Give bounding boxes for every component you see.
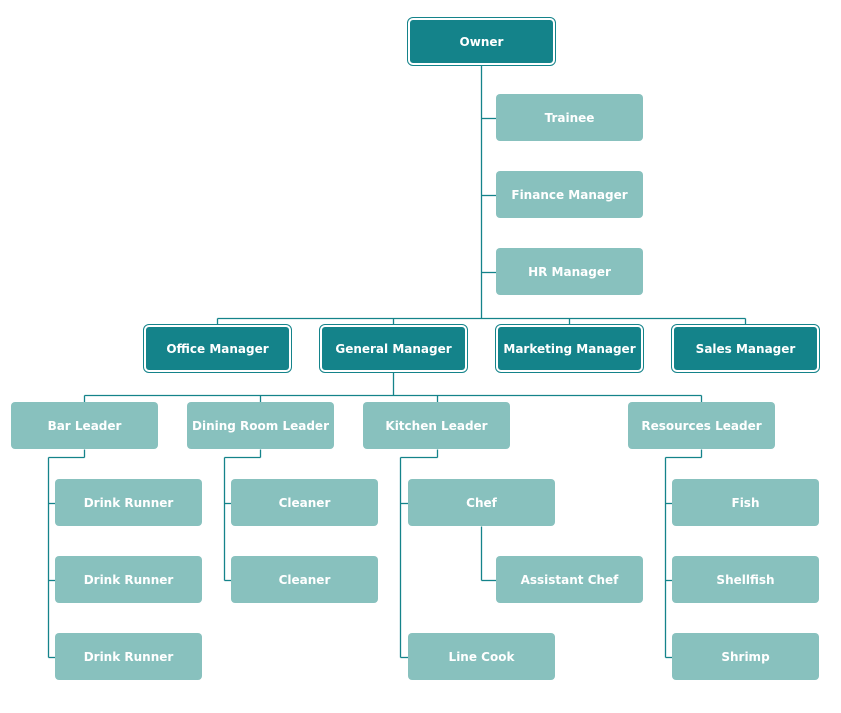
node-linecook[interactable]: Line Cook bbox=[408, 633, 555, 680]
node-label: Finance Manager bbox=[511, 187, 628, 202]
node-sales[interactable]: Sales Manager bbox=[671, 324, 820, 373]
node-trainee[interactable]: Trainee bbox=[496, 94, 643, 141]
node-label: Kitchen Leader bbox=[385, 418, 488, 433]
node-label: Chef bbox=[466, 495, 497, 510]
node-label: Drink Runner bbox=[83, 649, 174, 664]
node-runner1[interactable]: Drink Runner bbox=[55, 479, 202, 526]
node-label: HR Manager bbox=[528, 264, 611, 279]
node-label: Resources Leader bbox=[641, 418, 762, 433]
node-office[interactable]: Office Manager bbox=[143, 324, 292, 373]
node-label: Assistant Chef bbox=[520, 572, 619, 587]
node-label: Office Manager bbox=[166, 341, 269, 356]
node-runner3[interactable]: Drink Runner bbox=[55, 633, 202, 680]
node-label: General Manager bbox=[335, 341, 452, 356]
node-general[interactable]: General Manager bbox=[319, 324, 468, 373]
node-cleaner1[interactable]: Cleaner bbox=[231, 479, 378, 526]
node-label: Drink Runner bbox=[83, 572, 174, 587]
node-label: Shrimp bbox=[721, 649, 770, 664]
node-owner[interactable]: Owner bbox=[407, 17, 556, 66]
node-label: Line Cook bbox=[448, 649, 515, 664]
node-cleaner2[interactable]: Cleaner bbox=[231, 556, 378, 603]
node-label: Bar Leader bbox=[47, 418, 122, 433]
node-label: Drink Runner bbox=[83, 495, 174, 510]
node-label: Owner bbox=[459, 34, 504, 49]
node-fish[interactable]: Fish bbox=[672, 479, 819, 526]
node-label: Dining Room Leader bbox=[192, 418, 329, 433]
node-chef[interactable]: Chef bbox=[408, 479, 555, 526]
node-label: Trainee bbox=[544, 110, 595, 125]
node-dining[interactable]: Dining Room Leader bbox=[187, 402, 334, 449]
node-label: Fish bbox=[731, 495, 760, 510]
node-label: Shellfish bbox=[716, 572, 775, 587]
node-shrimp[interactable]: Shrimp bbox=[672, 633, 819, 680]
node-shellfish[interactable]: Shellfish bbox=[672, 556, 819, 603]
node-marketing[interactable]: Marketing Manager bbox=[495, 324, 644, 373]
node-label: Cleaner bbox=[278, 572, 331, 587]
node-finance[interactable]: Finance Manager bbox=[496, 171, 643, 218]
org-chart: Owner Trainee Finance Manager HR Manager Off… bbox=[0, 0, 841, 713]
node-bar[interactable]: Bar Leader bbox=[11, 402, 158, 449]
node-hr[interactable]: HR Manager bbox=[496, 248, 643, 295]
node-label: Sales Manager bbox=[695, 341, 796, 356]
node-kitchen[interactable]: Kitchen Leader bbox=[363, 402, 510, 449]
node-label: Cleaner bbox=[278, 495, 331, 510]
node-asstchef[interactable]: Assistant Chef bbox=[496, 556, 643, 603]
node-runner2[interactable]: Drink Runner bbox=[55, 556, 202, 603]
node-label: Marketing Manager bbox=[503, 341, 636, 356]
node-resources[interactable]: Resources Leader bbox=[628, 402, 775, 449]
